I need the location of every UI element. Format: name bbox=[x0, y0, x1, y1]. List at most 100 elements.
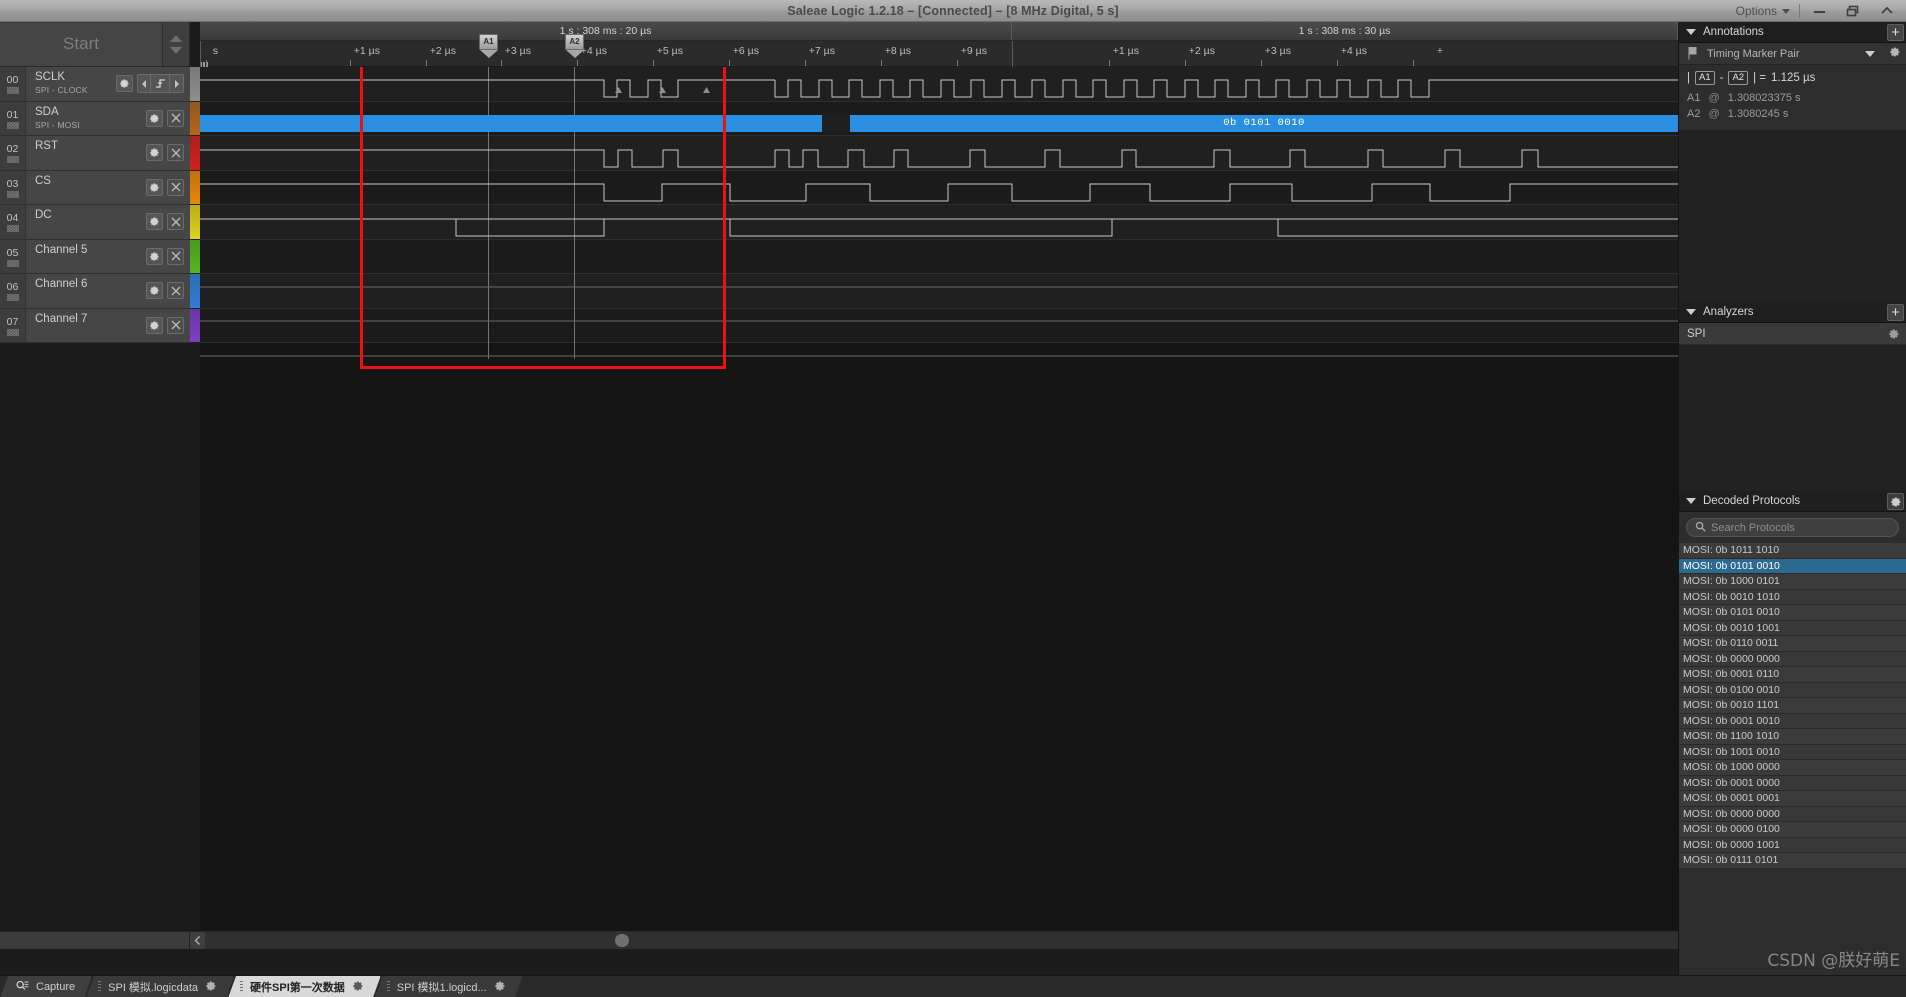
analyzer-item-spi[interactable]: SPI bbox=[1679, 323, 1906, 345]
channel-drag-handle-icon[interactable] bbox=[6, 87, 19, 95]
channel-hide-button[interactable] bbox=[167, 316, 184, 334]
channel-row-cs[interactable]: 03 CS bbox=[0, 170, 190, 205]
channel-row-channel-6[interactable]: 06 Channel 6 bbox=[0, 274, 190, 309]
tab-session-1[interactable]: SPI 模拟.logicdata bbox=[86, 976, 234, 997]
trigger-rising-edge-icon[interactable] bbox=[151, 75, 170, 93]
channel-hide-button[interactable] bbox=[167, 109, 184, 127]
decoded-protocol-row[interactable]: MOSI: 0b 0001 0110 bbox=[1679, 667, 1906, 683]
options-menu-button[interactable]: Options bbox=[1729, 0, 1797, 22]
channel-drag-handle-icon[interactable] bbox=[6, 156, 19, 164]
tab-session-2[interactable]: 硬件SPI第一次数据 bbox=[228, 976, 381, 997]
decoded-protocols-settings-button[interactable] bbox=[1887, 493, 1904, 510]
tab-drag-handle-icon[interactable] bbox=[240, 981, 243, 993]
channel-hide-button[interactable] bbox=[167, 213, 184, 231]
decoded-protocol-row[interactable]: MOSI: 0b 0001 0010 bbox=[1679, 713, 1906, 729]
trigger-prev-icon[interactable] bbox=[138, 75, 151, 93]
horizontal-scrollbar[interactable] bbox=[0, 930, 1678, 949]
tab-drag-handle-icon[interactable] bbox=[98, 981, 101, 993]
channel-hide-button[interactable] bbox=[167, 144, 184, 162]
tab-drag-handle-icon[interactable] bbox=[387, 981, 390, 993]
channel-settings-button[interactable] bbox=[146, 144, 163, 162]
gear-icon[interactable] bbox=[205, 980, 217, 995]
channel-settings-button[interactable] bbox=[146, 213, 163, 231]
add-annotation-button[interactable]: + bbox=[1887, 24, 1904, 41]
caret-left-icon[interactable] bbox=[190, 931, 205, 949]
channel-row-sclk[interactable]: 00 SCLK SPI - CLOCK bbox=[0, 67, 190, 102]
decoded-protocol-row[interactable]: MOSI: 0b 0010 1010 bbox=[1679, 589, 1906, 605]
minimize-button[interactable] bbox=[1802, 0, 1836, 22]
decoded-protocol-row[interactable]: MOSI: 0b 1000 0101 bbox=[1679, 574, 1906, 590]
channel-hide-button[interactable] bbox=[167, 247, 184, 265]
channel-row-sda[interactable]: 01 SDA SPI - MOSI bbox=[0, 101, 190, 136]
channel-drag-handle-icon[interactable] bbox=[6, 259, 19, 267]
decoded-protocol-row[interactable]: MOSI: 0b 0101 0010 bbox=[1679, 605, 1906, 621]
decoded-protocol-list[interactable]: MOSI: 0b 1011 1010 MOSI: 0b 0101 0010 MOSI… bbox=[1679, 543, 1906, 869]
gear-icon[interactable] bbox=[1888, 327, 1900, 345]
decoded-protocol-row[interactable]: MOSI: 0b 0010 1001 bbox=[1679, 620, 1906, 636]
channel-row-dc[interactable]: 04 DC bbox=[0, 205, 190, 240]
channel-drag-handle-icon[interactable] bbox=[6, 190, 19, 198]
decoded-protocol-row[interactable]: MOSI: 0b 1100 1010 bbox=[1679, 729, 1906, 745]
gear-icon[interactable] bbox=[1889, 45, 1901, 63]
channel-drag-handle-icon[interactable] bbox=[6, 225, 19, 233]
restore-button[interactable] bbox=[1836, 0, 1870, 22]
channel-settings-button[interactable] bbox=[116, 75, 133, 93]
timeline-ruler[interactable]: 1 s : 308 ms : 20 µs 1 s : 308 ms : 30 µs… bbox=[200, 22, 1678, 82]
gear-icon[interactable] bbox=[494, 980, 506, 995]
chevron-down-icon[interactable] bbox=[1686, 29, 1696, 35]
decoded-protocol-row[interactable]: MOSI: 0b 1000 0000 bbox=[1679, 760, 1906, 776]
decoded-protocol-row[interactable]: MOSI: 0b 0101 0010 bbox=[1679, 558, 1906, 574]
decoded-protocol-row[interactable]: MOSI: 0b 0110 0011 bbox=[1679, 636, 1906, 652]
channel-settings-button[interactable] bbox=[146, 109, 163, 127]
chevron-down-icon[interactable] bbox=[1686, 498, 1696, 504]
decoded-protocol-row[interactable]: MOSI: 0b 0001 0000 bbox=[1679, 775, 1906, 791]
channel-settings-button[interactable] bbox=[146, 316, 163, 334]
channel-drag-handle-icon[interactable] bbox=[6, 121, 19, 129]
timing-marker-a2[interactable]: A2 bbox=[565, 34, 584, 58]
analyzers-section-header[interactable]: Analyzers + bbox=[1679, 302, 1906, 323]
channel-index-label: 06 bbox=[6, 281, 19, 294]
close-button[interactable] bbox=[1870, 0, 1904, 22]
decoded-protocol-row[interactable]: MOSI: 0b 0001 0001 bbox=[1679, 791, 1906, 807]
protocol-search-box[interactable] bbox=[1686, 518, 1899, 537]
channel-drag-handle-icon[interactable] bbox=[6, 328, 19, 336]
channel-hide-button[interactable] bbox=[167, 178, 184, 196]
horizontal-scroll-thumb[interactable] bbox=[615, 933, 629, 947]
trigger-next-icon[interactable] bbox=[170, 75, 183, 93]
chevron-up-icon[interactable] bbox=[170, 34, 182, 42]
decoded-protocol-row[interactable]: MOSI: 0b 0010 1101 bbox=[1679, 698, 1906, 714]
channel-row-rst[interactable]: 02 RST bbox=[0, 136, 190, 171]
tab-capture[interactable]: Capture bbox=[0, 976, 92, 997]
channel-settings-button[interactable] bbox=[146, 282, 163, 300]
channel-controls bbox=[146, 171, 190, 205]
waveform-area[interactable]: 0b 0101 0010 bbox=[200, 67, 1678, 930]
scrollbar-track[interactable] bbox=[205, 931, 1678, 949]
decoded-protocol-row[interactable]: MOSI: 0b 0000 0000 bbox=[1679, 806, 1906, 822]
decoded-protocols-section-header[interactable]: Decoded Protocols bbox=[1679, 491, 1906, 512]
start-capture-button[interactable]: Start bbox=[0, 22, 163, 66]
channel-row-channel-7[interactable]: 07 Channel 7 bbox=[0, 308, 190, 343]
decoded-protocol-row[interactable]: MOSI: 0b 1001 0010 bbox=[1679, 744, 1906, 760]
chevron-down-icon[interactable] bbox=[1686, 309, 1696, 315]
tab-session-3[interactable]: SPI 模拟1.logicd... bbox=[375, 976, 523, 997]
decoded-protocol-row[interactable]: MOSI: 0b 0000 0000 bbox=[1679, 651, 1906, 667]
trigger-selector[interactable] bbox=[137, 74, 184, 94]
channel-settings-button[interactable] bbox=[146, 247, 163, 265]
search-input[interactable] bbox=[1711, 521, 1890, 534]
chevron-down-icon[interactable] bbox=[170, 46, 182, 54]
gear-icon[interactable] bbox=[352, 980, 364, 995]
timing-marker-pair-row[interactable]: Timing Marker Pair bbox=[1679, 43, 1906, 65]
decoded-protocol-row[interactable]: MOSI: 0b 0100 0010 bbox=[1679, 682, 1906, 698]
add-analyzer-button[interactable]: + bbox=[1887, 304, 1904, 321]
annotations-section-header[interactable]: Annotations + bbox=[1679, 22, 1906, 43]
decoded-protocol-row[interactable]: MOSI: 0b 1011 1010 bbox=[1679, 543, 1906, 559]
decoded-protocol-row[interactable]: MOSI: 0b 0111 0101 bbox=[1679, 853, 1906, 869]
decoded-protocol-row[interactable]: MOSI: 0b 0000 0100 bbox=[1679, 822, 1906, 838]
channel-row-channel-5[interactable]: 05 Channel 5 bbox=[0, 239, 190, 274]
channel-drag-handle-icon[interactable] bbox=[6, 294, 19, 302]
channel-hide-button[interactable] bbox=[167, 282, 184, 300]
decoded-protocol-row[interactable]: MOSI: 0b 0000 1001 bbox=[1679, 837, 1906, 853]
chevron-down-icon[interactable] bbox=[1865, 50, 1875, 57]
timing-marker-a1[interactable]: A1 bbox=[479, 34, 498, 58]
channel-settings-button[interactable] bbox=[146, 178, 163, 196]
